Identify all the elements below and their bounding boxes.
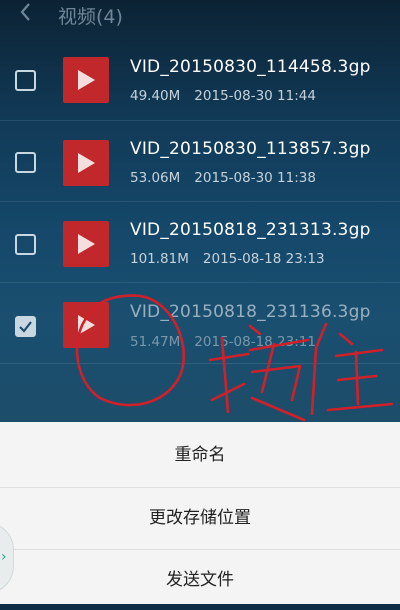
file-date: 2015-08-18 23:11 [194, 334, 316, 350]
menu-item-change-storage-location[interactable]: 更改存储位置 [0, 488, 400, 548]
context-menu-sheet: 重命名 更改存储位置 发送文件 [0, 422, 400, 604]
checkmark-icon [19, 321, 32, 333]
file-size: 53.06M [130, 170, 181, 186]
file-name: VID_20150830_113857.3gp [130, 139, 371, 159]
play-icon [78, 315, 95, 335]
file-size: 101.81M [130, 251, 189, 267]
menu-item-rename[interactable]: 重命名 [0, 425, 400, 485]
row-checkbox[interactable] [15, 70, 36, 91]
file-row-selected[interactable]: VID_20150818_231136.3gp 51.47M 2015-08-18… [0, 283, 400, 364]
file-date: 2015-08-30 11:38 [194, 170, 316, 186]
file-row[interactable]: VID_20150830_114458.3gp 49.40M 2015-08-30… [0, 40, 400, 121]
file-date: 2015-08-30 11:44 [194, 88, 316, 104]
video-thumbnail [63, 140, 109, 186]
file-size: 49.40M [130, 88, 181, 104]
play-icon [78, 234, 95, 254]
row-checkbox[interactable] [15, 152, 36, 173]
file-name: VID_20150818_231136.3gp [130, 302, 371, 322]
row-checkbox-checked[interactable] [15, 316, 36, 337]
video-thumbnail [63, 57, 109, 103]
file-meta: 51.47M 2015-08-18 23:11 [130, 334, 316, 350]
file-date: 2015-08-18 23:13 [202, 251, 325, 267]
back-arrow-icon[interactable] [14, 0, 38, 26]
top-bar: 视频(4) [0, 0, 400, 30]
file-meta: 53.06M 2015-08-30 11:38 [130, 170, 316, 186]
video-thumbnail [63, 221, 109, 267]
file-name: VID_20150830_114458.3gp [130, 57, 371, 77]
file-row[interactable]: VID_20150830_113857.3gp 53.06M 2015-08-30… [0, 121, 400, 202]
video-thumbnail [63, 302, 109, 348]
play-icon [78, 153, 95, 173]
file-row[interactable]: VID_20150818_231313.3gp 101.81M 2015-08-1… [0, 202, 400, 283]
file-name: VID_20150818_231313.3gp [130, 220, 371, 240]
file-meta: 101.81M 2015-08-18 23:13 [130, 251, 325, 267]
file-meta: 49.40M 2015-08-30 11:44 [130, 88, 316, 104]
menu-item-send-file[interactable]: 发送文件 [0, 550, 400, 610]
row-checkbox[interactable] [15, 234, 36, 255]
play-icon [78, 70, 95, 90]
chevron-right-icon: › [1, 549, 7, 565]
page-title: 视频(4) [58, 6, 123, 28]
file-list-screen: 视频(4) VID_20150830_114458.3gp 49.40M 2015… [0, 0, 400, 422]
file-size: 51.47M [130, 334, 181, 350]
